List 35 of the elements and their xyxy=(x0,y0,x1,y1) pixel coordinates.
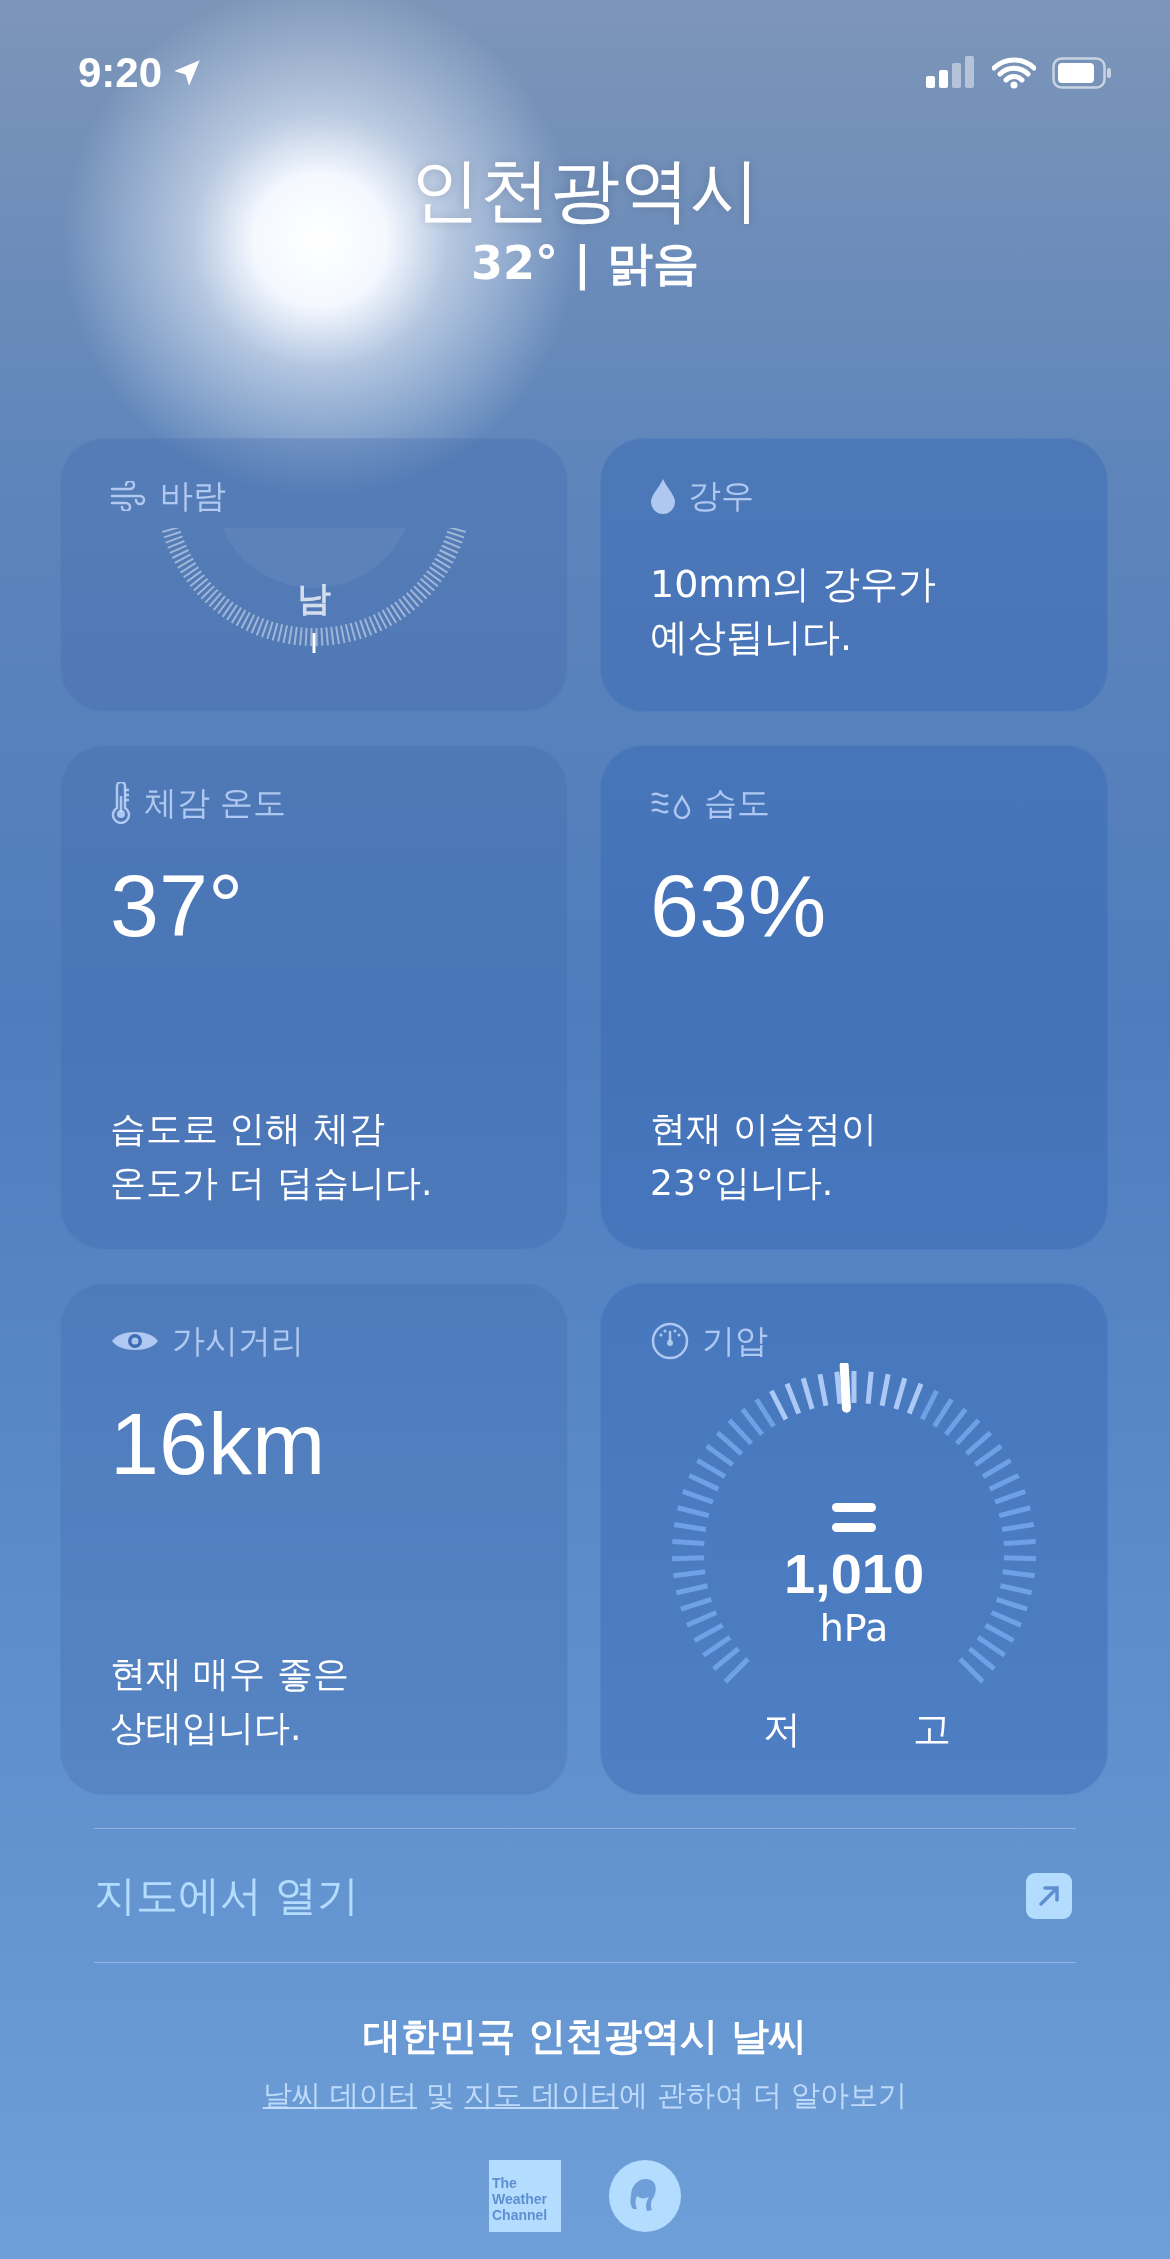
gauge-icon xyxy=(650,1321,690,1361)
signal-icon xyxy=(926,55,976,90)
wind-direction: 남 xyxy=(297,577,331,620)
weather-summary: 32° | 맑음 xyxy=(471,236,699,292)
card-title: 가시거리 xyxy=(172,1319,304,1362)
card-title: 체감 온도 xyxy=(144,781,287,824)
card-value: 16km xyxy=(110,1393,327,1495)
high-label: 고 xyxy=(913,1706,951,1753)
steady-trend-icon xyxy=(832,1503,876,1533)
data-link[interactable]: 지도 데이터 xyxy=(464,2078,619,2112)
rain-description: 10mm의 강우가 예상됩니다. xyxy=(650,561,938,662)
wind-icon xyxy=(110,481,148,511)
droplet-icon xyxy=(650,478,676,514)
card-description: 현재 매우 좋은 상태입니다. xyxy=(110,1652,350,1750)
card-title: 강우 xyxy=(688,474,754,517)
open-in-maps-link[interactable]: 지도에서 열기 xyxy=(94,1867,360,1924)
weather-channel-logo: The Weather Channel xyxy=(489,2160,561,2232)
card-description: 습도로 인해 체감 온도가 더 덥습니다. xyxy=(110,1107,434,1205)
card-value: 37° xyxy=(110,855,245,957)
pressure-unit: hPa xyxy=(819,1606,889,1650)
thermometer-icon xyxy=(110,782,132,824)
battery-icon xyxy=(1052,56,1112,89)
external-link-icon[interactable] xyxy=(1026,1872,1072,1919)
wifi-icon xyxy=(992,56,1036,89)
card-value: 63% xyxy=(650,855,828,957)
attribution-text: 날씨 데이터 및 지도 데이터에 관하여 더 알아보기 xyxy=(262,2077,908,2114)
card-description: 현재 이슬점이 23°입니다. xyxy=(650,1107,879,1205)
low-label: 저 xyxy=(763,1706,801,1753)
card-title: 바람 xyxy=(160,474,226,517)
status-time: 9:20 xyxy=(78,48,163,97)
pressure-value: 1,010 xyxy=(783,1541,925,1606)
card-title: 습도 xyxy=(704,781,770,824)
data-link[interactable]: 날씨 데이터 xyxy=(262,2078,417,2112)
footer-title: 대한민국 인천광역시 날씨 xyxy=(362,2013,808,2060)
card-title: 기압 xyxy=(702,1319,768,1362)
